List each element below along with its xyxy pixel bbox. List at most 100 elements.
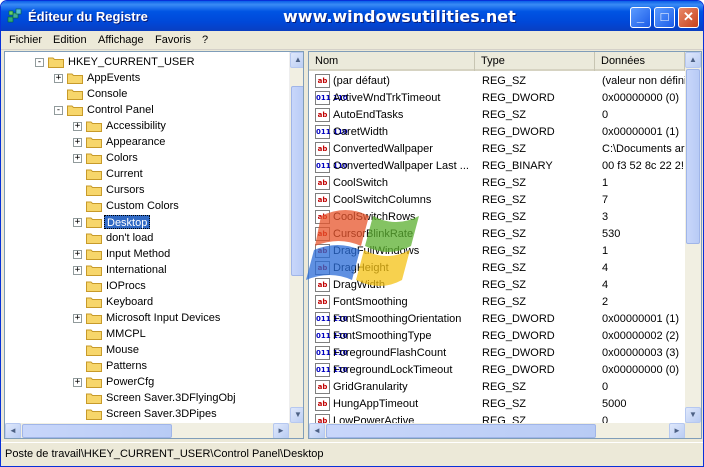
list-hscroll-thumb[interactable] bbox=[326, 424, 596, 438]
minimize-button[interactable]: _ bbox=[630, 7, 651, 28]
list-row[interactable]: 011 110 ActiveWndTrkTimeout REG_DWORD 0x000… bbox=[309, 90, 685, 107]
tree-node[interactable]: + Accessibility bbox=[5, 118, 289, 134]
tree-node[interactable]: Current bbox=[5, 166, 289, 182]
expand-icon[interactable]: + bbox=[73, 314, 82, 323]
list-row[interactable]: 011 110 ForegroundFlashCount REG_DWORD 0x00… bbox=[309, 345, 685, 362]
tree-node-label: Screen Saver.3DPipes bbox=[106, 408, 217, 420]
tree-node[interactable]: Screen Saver.3DPipes bbox=[5, 406, 289, 422]
value-type: REG_SZ bbox=[482, 398, 527, 410]
folder-icon bbox=[86, 233, 102, 244]
list-row[interactable]: 011 110 ConvertedWallpaper Last ... REG_BI… bbox=[309, 158, 685, 175]
scroll-up-icon[interactable]: ▲ bbox=[685, 52, 701, 68]
tree-node[interactable]: MMCPL bbox=[5, 326, 289, 342]
list-row[interactable]: ab FontSmoothing REG_SZ 2 bbox=[309, 294, 685, 311]
tree-node[interactable]: Console bbox=[5, 86, 289, 102]
tree-node[interactable]: - HKEY_CURRENT_USER bbox=[5, 54, 289, 70]
column-header-type[interactable]: Type bbox=[475, 52, 595, 71]
tree-node-label: International bbox=[106, 264, 167, 276]
tree-node[interactable]: + Desktop bbox=[5, 214, 289, 230]
menu-favoris[interactable]: Favoris bbox=[155, 34, 191, 46]
scroll-left-icon[interactable]: ◄ bbox=[309, 423, 325, 438]
list-row[interactable]: 011 110 FontSmoothingType REG_DWORD 0x00000… bbox=[309, 328, 685, 345]
menu-help[interactable]: ? bbox=[202, 34, 208, 46]
list-row[interactable]: ab HungAppTimeout REG_SZ 5000 bbox=[309, 396, 685, 413]
list-row[interactable]: 011 110 FontSmoothingOrientation REG_DWORD… bbox=[309, 311, 685, 328]
expand-icon[interactable]: + bbox=[73, 154, 82, 163]
tree-node[interactable]: - Control Panel bbox=[5, 102, 289, 118]
list-row[interactable]: ab CoolSwitch REG_SZ 1 bbox=[309, 175, 685, 192]
value-type: REG_SZ bbox=[482, 245, 527, 257]
list-row[interactable]: ab ConvertedWallpaper REG_SZ C:\Documents a… bbox=[309, 141, 685, 158]
tree-hscroll-thumb[interactable] bbox=[22, 424, 172, 438]
value-name: ForegroundFlashCount bbox=[333, 347, 447, 359]
folder-icon bbox=[86, 265, 102, 276]
tree-node[interactable]: + International bbox=[5, 262, 289, 278]
title-bar[interactable]: Éditeur du Registre www.windowsutilities… bbox=[1, 1, 703, 31]
menu-fichier[interactable]: Fichier bbox=[9, 34, 42, 46]
list-vertical-scrollbar[interactable]: ▲ ▼ bbox=[685, 52, 701, 423]
tree-node[interactable]: Mouse bbox=[5, 342, 289, 358]
tree-node[interactable]: + Colors bbox=[5, 150, 289, 166]
scroll-down-icon[interactable]: ▼ bbox=[290, 407, 303, 423]
binary-value-icon: 011 110 bbox=[315, 125, 348, 139]
scroll-up-icon[interactable]: ▲ bbox=[290, 52, 303, 68]
expand-icon[interactable]: + bbox=[73, 138, 82, 147]
close-button[interactable]: ✕ bbox=[678, 7, 699, 28]
scroll-down-icon[interactable]: ▼ bbox=[685, 407, 701, 423]
expand-icon[interactable]: + bbox=[54, 74, 63, 83]
tree-node[interactable]: Screen Saver.3DFlyingObj bbox=[5, 390, 289, 406]
tree-node[interactable]: + Input Method bbox=[5, 246, 289, 262]
list-header: Nom Type Données bbox=[309, 52, 685, 71]
list-row[interactable]: ab AutoEndTasks REG_SZ 0 bbox=[309, 107, 685, 124]
value-name: ConvertedWallpaper bbox=[333, 143, 433, 155]
list-row[interactable]: 011 110 ForegroundLockTimeout REG_DWORD 0x0… bbox=[309, 362, 685, 379]
expand-icon[interactable]: + bbox=[73, 378, 82, 387]
tree-node[interactable]: + Appearance bbox=[5, 134, 289, 150]
list-row[interactable]: 011 110 CaretWidth REG_DWORD 0x00000001 (1) bbox=[309, 124, 685, 141]
list-scroll-thumb[interactable] bbox=[686, 69, 700, 244]
column-header-name[interactable]: Nom bbox=[309, 52, 475, 71]
menu-edition[interactable]: Edition bbox=[53, 34, 87, 46]
folder-icon bbox=[86, 377, 102, 388]
tree-node[interactable]: Patterns bbox=[5, 358, 289, 374]
expand-icon[interactable]: + bbox=[73, 218, 82, 227]
maximize-button[interactable]: □ bbox=[654, 7, 675, 28]
value-data: 0x00000000 (0) bbox=[602, 92, 680, 104]
tree-node[interactable]: + PowerCfg bbox=[5, 374, 289, 390]
scroll-right-icon[interactable]: ► bbox=[669, 423, 685, 438]
tree-node[interactable]: Custom Colors bbox=[5, 198, 289, 214]
maximize-icon: □ bbox=[660, 9, 669, 24]
value-data: 0x00000001 (1) bbox=[602, 313, 680, 325]
value-data: C:\Documents ar bbox=[602, 143, 685, 155]
column-header-data[interactable]: Données bbox=[595, 52, 685, 71]
list-horizontal-scrollbar[interactable]: ◄ ► bbox=[309, 423, 685, 438]
expand-icon[interactable]: + bbox=[73, 122, 82, 131]
menu-affichage[interactable]: Affichage bbox=[98, 34, 144, 46]
tree-node[interactable]: + AppEvents bbox=[5, 70, 289, 86]
binary-value-icon: 011 110 bbox=[315, 329, 348, 343]
expand-icon[interactable]: + bbox=[73, 266, 82, 275]
binary-value-icon: 011 110 bbox=[315, 159, 348, 173]
folder-icon bbox=[86, 345, 102, 356]
tree-node-label: Colors bbox=[106, 152, 138, 164]
tree-node[interactable]: IOProcs bbox=[5, 278, 289, 294]
tree-node[interactable]: don't load bbox=[5, 230, 289, 246]
value-data: (valeur non défini bbox=[602, 75, 685, 87]
collapse-icon[interactable]: - bbox=[54, 106, 63, 115]
tree-horizontal-scrollbar[interactable]: ◄ ► bbox=[5, 423, 289, 438]
list-row[interactable]: ab (par défaut) REG_SZ (valeur non défini bbox=[309, 73, 685, 90]
tree-node[interactable]: + Microsoft Input Devices bbox=[5, 310, 289, 326]
list-row[interactable]: ab GridGranularity REG_SZ 0 bbox=[309, 379, 685, 396]
scroll-left-icon[interactable]: ◄ bbox=[5, 423, 21, 438]
folder-icon bbox=[86, 313, 102, 324]
folder-icon bbox=[86, 281, 102, 292]
key-tree[interactable]: - HKEY_CURRENT_USER + AppEvents Console - Cont… bbox=[4, 51, 304, 439]
tree-node[interactable]: Cursors bbox=[5, 182, 289, 198]
tree-node-label: don't load bbox=[106, 232, 154, 244]
expand-icon[interactable]: + bbox=[73, 250, 82, 259]
scroll-right-icon[interactable]: ► bbox=[273, 423, 289, 438]
value-data: 5000 bbox=[602, 398, 627, 410]
collapse-icon[interactable]: - bbox=[35, 58, 44, 67]
tree-node[interactable]: Keyboard bbox=[5, 294, 289, 310]
minimize-icon: _ bbox=[636, 9, 645, 24]
